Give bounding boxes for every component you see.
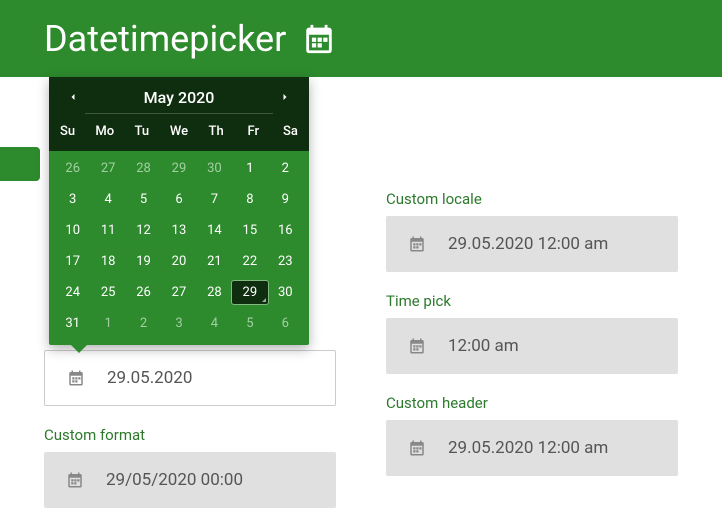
- calendar-day[interactable]: 1: [90, 312, 125, 335]
- calendar-day[interactable]: 12: [126, 219, 161, 242]
- calendar-days-grid: 2627282930123456789101112131415161718192…: [55, 157, 303, 335]
- calendar-day[interactable]: 25: [90, 281, 125, 304]
- calendar-day[interactable]: 22: [232, 250, 267, 273]
- calendar-popup: May 2020 SuMoTuWeThFrSa 2627282930123456…: [49, 77, 309, 345]
- custom-header-value: 29.05.2020 12:00 am: [448, 438, 608, 458]
- calendar-dow: Mo: [86, 120, 123, 147]
- calendar-day[interactable]: 20: [161, 250, 196, 273]
- calendar-day[interactable]: 18: [90, 250, 125, 273]
- calendar-day[interactable]: 9: [268, 188, 303, 211]
- calendar-day[interactable]: 8: [232, 188, 267, 211]
- right-column: Custom locale 29.05.2020 12:00 am Time p…: [386, 190, 678, 528]
- calendar-day[interactable]: 30: [268, 281, 303, 304]
- calendar-icon: [408, 235, 426, 253]
- calendar-day[interactable]: 17: [55, 250, 90, 273]
- calendar-dow: Fr: [235, 120, 272, 147]
- calendar-day[interactable]: 26: [55, 157, 90, 180]
- calendar-day[interactable]: 28: [197, 281, 232, 304]
- calendar-icon: [66, 471, 84, 489]
- sidebar-tab[interactable]: [0, 147, 40, 181]
- calendar-day[interactable]: 10: [55, 219, 90, 242]
- calendar-header: May 2020 SuMoTuWeThFrSa: [49, 77, 309, 151]
- custom-format-label: Custom format: [44, 426, 336, 444]
- calendar-day[interactable]: 16: [268, 219, 303, 242]
- calendar-day[interactable]: 24: [55, 281, 90, 304]
- calendar-day[interactable]: 5: [126, 188, 161, 211]
- calendar-icon: [67, 369, 85, 387]
- calendar-dow-row: SuMoTuWeThFrSa: [49, 120, 309, 147]
- calendar-day[interactable]: 31: [55, 312, 90, 335]
- custom-header-input[interactable]: 29.05.2020 12:00 am: [386, 420, 678, 476]
- calendar-icon: [408, 337, 426, 355]
- prev-month-button[interactable]: [63, 87, 83, 107]
- calendar-day[interactable]: 11: [90, 219, 125, 242]
- calendar-day[interactable]: 2: [126, 312, 161, 335]
- custom-header-label: Custom header: [386, 394, 678, 412]
- custom-locale-value: 29.05.2020 12:00 am: [448, 234, 608, 254]
- calendar-month-label[interactable]: May 2020: [144, 88, 215, 107]
- calendar-day[interactable]: 6: [268, 312, 303, 335]
- calendar-day[interactable]: 6: [161, 188, 196, 211]
- custom-format-value: 29/05/2020 00:00: [106, 470, 243, 490]
- time-pick-input[interactable]: 12:00 am: [386, 318, 678, 374]
- calendar-day[interactable]: 14: [197, 219, 232, 242]
- calendar-day[interactable]: 3: [55, 188, 90, 211]
- calendar-day[interactable]: 29: [161, 157, 196, 180]
- calendar-day[interactable]: 23: [268, 250, 303, 273]
- calendar-day[interactable]: 27: [161, 281, 196, 304]
- calendar-day[interactable]: 21: [197, 250, 232, 273]
- time-pick-label: Time pick: [386, 292, 678, 310]
- calendar-dow: We: [160, 120, 197, 147]
- calendar-day[interactable]: 19: [126, 250, 161, 273]
- calendar-dow: Sa: [272, 120, 309, 147]
- time-pick-value: 12:00 am: [448, 336, 519, 356]
- calendar-day[interactable]: 3: [161, 312, 196, 335]
- calendar-day[interactable]: 4: [90, 188, 125, 211]
- calendar-day[interactable]: 29: [232, 281, 267, 304]
- calendar-day[interactable]: 5: [232, 312, 267, 335]
- custom-locale-label: Custom locale: [386, 190, 678, 208]
- page-header: Datetimepicker: [0, 0, 722, 77]
- calendar-dow: Tu: [123, 120, 160, 147]
- next-month-button[interactable]: [275, 87, 295, 107]
- calendar-day[interactable]: 28: [126, 157, 161, 180]
- custom-format-input[interactable]: 29/05/2020 00:00: [44, 452, 336, 508]
- calendar-day[interactable]: 15: [232, 219, 267, 242]
- calendar-day[interactable]: 1: [232, 157, 267, 180]
- page-title: Datetimepicker: [44, 18, 286, 60]
- custom-locale-input[interactable]: 29.05.2020 12:00 am: [386, 216, 678, 272]
- calendar-day[interactable]: 26: [126, 281, 161, 304]
- calendar-day[interactable]: 2: [268, 157, 303, 180]
- calendar-icon: [408, 439, 426, 457]
- date-input[interactable]: 29.05.2020: [44, 350, 336, 406]
- calendar-day[interactable]: 30: [197, 157, 232, 180]
- calendar-icon: [302, 22, 336, 56]
- calendar-day[interactable]: 27: [90, 157, 125, 180]
- date-input-value: 29.05.2020: [107, 368, 192, 388]
- calendar-day[interactable]: 13: [161, 219, 196, 242]
- calendar-day[interactable]: 7: [197, 188, 232, 211]
- calendar-day[interactable]: 4: [197, 312, 232, 335]
- calendar-dow: Th: [198, 120, 235, 147]
- calendar-dow: Su: [49, 120, 86, 147]
